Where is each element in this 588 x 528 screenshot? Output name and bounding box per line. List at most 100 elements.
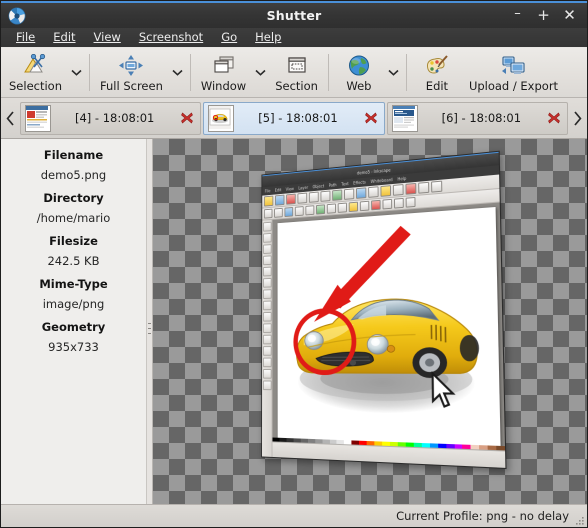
inkscape-canvas — [272, 202, 506, 468]
chevron-down-icon-web[interactable] — [385, 56, 402, 90]
chevron-left-icon[interactable] — [2, 98, 19, 138]
property-value-filesize: 242.5 KB — [47, 254, 100, 268]
inkscape-menu-whiteboard: Whiteboard — [370, 177, 393, 185]
toolbar-button-upload-export[interactable]: Upload / Export — [463, 51, 564, 94]
inkscape-pencil-tool-icon — [262, 323, 272, 333]
window-icon — [211, 53, 237, 78]
inkscape-page — [277, 206, 501, 451]
toolbar-button-section[interactable]: Section — [269, 51, 324, 94]
menu-screenshot[interactable]: Screenshot — [130, 29, 212, 46]
inkscape-3dbox-tool-icon — [262, 277, 272, 288]
globe-icon — [347, 53, 371, 78]
inkscape-ellipse-tool-icon — [262, 289, 272, 300]
inkscape-menu-layer: Layer — [298, 184, 309, 191]
content-area: Filename demo5.png Directory /home/mario… — [1, 139, 587, 504]
fullscreen-icon — [118, 53, 144, 78]
toolbar-label-section: Section — [275, 79, 318, 93]
menu-view[interactable]: View — [85, 29, 130, 46]
property-value-filename: demo5.png — [40, 168, 107, 182]
inkscape-tweak-tool-icon — [262, 244, 272, 255]
toolbar-label-upload-export: Upload / Export — [468, 79, 559, 93]
tab-5[interactable]: [5] - 18:08:01 — [203, 101, 385, 135]
inkscape-tool-xml-icon — [431, 180, 443, 193]
inkscape-opt-raise-icon — [348, 201, 359, 213]
property-value-directory: /home/mario — [36, 211, 111, 225]
inkscape-opt-w-icon — [284, 206, 294, 218]
chevron-down-icon-fullscreen[interactable] — [169, 56, 186, 90]
inkscape-opt-snap-icon — [393, 197, 404, 209]
shutter-aperture-icon — [6, 5, 28, 27]
close-x-icon-tab-5[interactable] — [362, 109, 380, 127]
toolbar-label-fullscreen: Full Screen — [100, 79, 163, 93]
minimize-button[interactable]: – — [511, 7, 524, 20]
inkscape-spiral-tool-icon — [262, 311, 272, 322]
property-key-mimetype: Mime-Type — [39, 277, 108, 291]
property-value-geometry: 935x733 — [48, 340, 99, 354]
session-tab-strip: [4] - 18:08:01 [5] - 18:08:01 [6] - 18:0… — [1, 98, 587, 139]
toolbar-separator-4 — [405, 54, 407, 91]
inkscape-tool-print-icon — [297, 192, 308, 204]
tab-6[interactable]: [6] - 18:08:01 — [386, 101, 568, 135]
current-profile-status: Current Profile: png - no delay — [396, 509, 569, 523]
window-controls: – + ✕ — [511, 7, 587, 23]
chevron-down-icon-window[interactable] — [252, 56, 269, 90]
inkscape-opt-align-icon — [316, 204, 326, 215]
chevron-right-icon[interactable] — [569, 98, 586, 138]
inkscape-tool-new-icon — [263, 195, 274, 207]
menu-help[interactable]: Help — [246, 29, 290, 46]
tab-5-label: [5] - 18:08:01 — [258, 111, 338, 125]
maximize-button[interactable]: + — [537, 8, 550, 23]
toolbar-group-fullscreen: Full Screen — [94, 48, 186, 97]
close-x-icon-tab-4[interactable] — [178, 109, 196, 127]
shutter-window: Shutter – + ✕ File Edit View Screenshot … — [0, 0, 588, 528]
menu-file[interactable]: File — [7, 29, 44, 46]
property-value-mimetype: image/png — [42, 297, 105, 311]
property-key-filename: Filename — [43, 148, 104, 162]
toolbar-label-edit: Edit — [425, 79, 449, 93]
toolbar-label-selection: Selection — [9, 79, 62, 93]
toolbar-separator-2 — [189, 54, 191, 91]
toolbar-button-selection[interactable]: Selection — [3, 51, 68, 94]
inkscape-menu-help: Help — [397, 175, 407, 182]
menu-go-label: Go — [221, 30, 238, 44]
tab-4[interactable]: [4] - 18:08:01 — [20, 101, 202, 135]
webpage-thumbnail — [25, 104, 51, 132]
title-bar: Shutter – + ✕ — [1, 1, 587, 28]
inkscape-tool-import-icon — [308, 191, 319, 203]
toolbar-button-fullscreen[interactable]: Full Screen — [94, 51, 169, 94]
image-canvas[interactable]: demo5 - Inkscape File Edit View Layer Ob… — [153, 139, 587, 504]
inkscape-title-text: demo5 - Inkscape — [356, 167, 391, 176]
inkscape-star-tool-icon — [262, 300, 272, 311]
toolbar-group-upload-export: Upload / Export — [463, 48, 564, 97]
toolbar-group-section: Section — [269, 48, 324, 97]
toolbar-label-window: Window — [200, 79, 247, 93]
car-artwork — [278, 207, 501, 450]
main-toolbar: Selection Full Screen Window Section Web… — [1, 48, 587, 98]
inkscape-menu-file: File — [264, 188, 271, 194]
toolbar-group-window: Window — [195, 48, 269, 97]
properties-sidebar: Filename demo5.png Directory /home/mario… — [1, 139, 147, 504]
inkscape-menu-edit: Edit — [274, 187, 282, 193]
inkscape-window-capture: demo5 - Inkscape File Edit View Layer Ob… — [261, 150, 507, 470]
toolbar-button-window[interactable]: Window — [195, 51, 252, 94]
inkscape-tool-save-icon — [286, 193, 296, 205]
inkscape-menu-effects: Effects — [353, 179, 366, 186]
menu-go[interactable]: Go — [212, 29, 246, 46]
menu-edit[interactable]: Edit — [44, 29, 84, 46]
toolbar-group-edit: Edit — [411, 48, 463, 97]
close-x-icon-tab-6[interactable] — [545, 109, 563, 127]
close-button[interactable]: ✕ — [563, 8, 576, 23]
menu-bar: File Edit View Screenshot Go Help — [1, 28, 587, 48]
inkscape-node-tool-icon — [262, 232, 272, 243]
inkscape-opt-lower-icon — [359, 200, 370, 212]
toolbar-button-web[interactable]: Web — [333, 51, 385, 94]
toolbar-button-edit[interactable]: Edit — [411, 51, 463, 94]
inkscape-opt-text-icon — [371, 199, 381, 211]
inkscape-calligraphy-tool-icon — [262, 346, 272, 356]
menu-edit-label: Edit — [53, 30, 76, 44]
chevron-down-icon-selection[interactable] — [68, 56, 85, 90]
inkscape-tool-copy-icon — [356, 187, 367, 199]
resize-grip-icon[interactable] — [573, 513, 585, 525]
window-title: Shutter — [266, 8, 322, 23]
inkscape-opt-layer-icon — [405, 196, 416, 208]
